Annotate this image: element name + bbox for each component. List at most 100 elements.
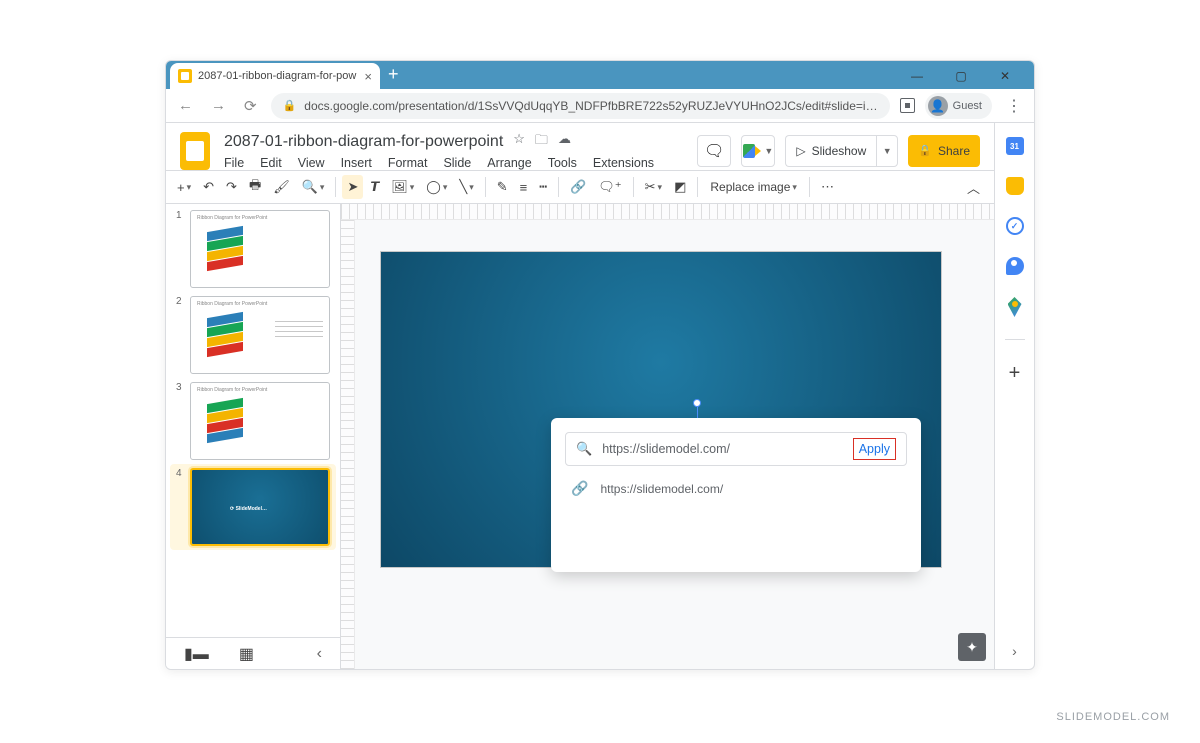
slide-thumbnail-panel[interactable]: 1 Ribbon Diagram for PowerPoint 2 Ribbon… [166,204,341,669]
redo-button[interactable]: ↷ [221,175,242,199]
menu-file[interactable]: File [224,156,244,170]
app-body: 2087-01-ribbon-diagram-for-powerpoint ☆ … [166,123,1034,669]
ruler-horizontal [341,204,994,220]
lock-icon: 🔒 [283,99,297,112]
window-controls: — ▢ ✕ [904,69,1030,89]
print-button[interactable]: 🖶 [244,172,266,202]
maximize-icon[interactable]: ▢ [948,69,974,83]
keep-icon[interactable] [1006,177,1024,195]
page-watermark: SLIDEMODEL.COM [1056,711,1170,723]
menu-arrange[interactable]: Arrange [487,156,531,170]
separator [697,177,698,197]
mask-button[interactable]: ◩ [669,175,691,199]
border-color-button[interactable]: ✎ [492,175,513,199]
collapse-panel-icon[interactable]: ‹ [317,645,322,663]
menu-edit[interactable]: Edit [260,156,282,170]
comment-icon: 🗨 [704,141,724,161]
caret-down-icon: ▼ [883,146,892,156]
explore-button[interactable]: ✦ [958,633,986,661]
filmstrip-view-icon[interactable]: ▮▬ [184,644,209,664]
menu-slide[interactable]: Slide [443,156,471,170]
collapse-sidepanel-icon[interactable]: › [1012,643,1017,659]
link-url-input[interactable] [602,442,837,456]
meet-button[interactable]: ▼ [741,135,775,167]
insert-link-button[interactable]: 🔗 [565,175,591,199]
search-icon: 🔍 [576,441,592,457]
toolbar: +▾ ↶ ↷ 🖶 🖌 🔍▾ ➤ 𝙏 🖼▾ ◯▾ ╲▾ ✎ ≡ ┅ 🔗 🗨⁺ [166,170,994,204]
tasks-icon[interactable] [1006,217,1024,235]
slides-logo-icon[interactable] [180,132,210,170]
menu-insert[interactable]: Insert [341,156,372,170]
separator [1005,339,1025,340]
collapse-toolbar-button[interactable]: ︿ [959,174,988,201]
play-icon: ▷ [796,144,805,158]
line-tool[interactable]: ╲▾ [454,175,478,199]
thumbnail-2[interactable]: 2 Ribbon Diagram for PowerPoint [176,296,330,374]
menu-extensions[interactable]: Extensions [593,156,654,170]
close-window-icon[interactable]: ✕ [992,69,1018,83]
zoom-button[interactable]: 🔍▾ [297,175,330,199]
minimize-icon[interactable]: — [904,69,930,83]
grid-view-icon[interactable]: ▦ [239,644,254,664]
comments-button[interactable]: 🗨 [697,135,731,167]
maps-icon[interactable] [1008,297,1022,317]
contacts-icon[interactable] [1006,257,1024,275]
slideshow-dropdown[interactable]: ▼ [876,135,898,167]
image-tool[interactable]: 🖼▾ [386,175,419,199]
share-button[interactable]: 🔒Share [908,135,980,167]
insert-comment-button[interactable]: 🗨⁺ [593,175,626,199]
paint-format-button[interactable]: 🖌 [268,175,295,199]
crop-button[interactable]: ✂▾ [640,175,667,199]
nav-back-icon[interactable]: ← [174,97,197,114]
guest-label: Guest [953,100,982,112]
thumbnail-3[interactable]: 3 Ribbon Diagram for PowerPoint [176,382,330,460]
textbox-tool[interactable]: 𝙏 [365,175,384,199]
thumbnail-4[interactable]: 4 ⟳ SlideModel… [170,464,336,550]
replace-image-button[interactable]: Replace image ▾ [704,176,803,198]
slideshow-label: Slideshow [812,144,867,158]
undo-button[interactable]: ↶ [198,175,219,199]
browser-menu-icon[interactable]: ⋮ [1002,96,1026,116]
border-weight-button[interactable]: ≡ [515,176,533,199]
thumbnail-1[interactable]: 1 Ribbon Diagram for PowerPoint [176,210,330,288]
caret-down-icon: ▼ [764,146,773,156]
nav-forward-icon[interactable]: → [207,97,230,114]
separator [809,177,810,197]
menu-format[interactable]: Format [388,156,428,170]
browser-tab[interactable]: 2087-01-ribbon-diagram-for-pow × [170,63,380,89]
star-icon[interactable]: ☆ [513,131,525,153]
shape-tool[interactable]: ◯▾ [421,175,452,199]
menu-bar: File Edit View Insert Format Slide Arran… [224,156,654,170]
select-tool[interactable]: ➤ [342,175,363,199]
link-suggestion[interactable]: 🔗 https://slidemodel.com/ [565,466,907,512]
link-suggestion-text: https://slidemodel.com/ [600,482,723,496]
menu-view[interactable]: View [298,156,325,170]
add-addon-button[interactable]: + [1009,362,1021,385]
thumb-caption: Ribbon Diagram for PowerPoint [197,387,267,393]
new-tab-button[interactable]: + [380,64,407,89]
doc-title[interactable]: 2087-01-ribbon-diagram-for-powerpoint [224,133,503,151]
new-slide-button[interactable]: +▾ [172,176,196,199]
browser-url-row: ← → ⟳ 🔒 docs.google.com/presentation/d/1… [166,89,1034,123]
apply-link-button[interactable]: Apply [853,438,896,460]
thumbnail-footer: ▮▬ ▦ ‹ [166,637,341,669]
install-app-icon[interactable] [900,98,915,113]
link-icon: 🔗 [571,480,588,497]
move-icon[interactable]: 🗀 [535,131,548,153]
url-text: docs.google.com/presentation/d/1SsVVQdUq… [304,99,877,113]
slideshow-button[interactable]: ▷ Slideshow [785,135,876,167]
calendar-icon[interactable] [1006,137,1024,155]
close-tab-icon[interactable]: × [364,69,372,84]
rotation-handle[interactable] [693,399,701,407]
reload-icon[interactable]: ⟳ [240,97,261,115]
guest-profile[interactable]: 👤 Guest [925,93,992,119]
menu-tools[interactable]: Tools [548,156,577,170]
border-dash-button[interactable]: ┅ [534,175,552,199]
replace-image-label: Replace image [710,180,790,194]
url-box[interactable]: 🔒 docs.google.com/presentation/d/1SsVVQd… [271,93,890,119]
canvas-area[interactable]: SlideModel.com [341,204,994,669]
more-tools-button[interactable]: ⋯ [816,175,839,199]
explore-icon: ✦ [966,639,978,656]
separator [335,177,336,197]
cloud-status-icon[interactable]: ☁ [558,131,571,153]
